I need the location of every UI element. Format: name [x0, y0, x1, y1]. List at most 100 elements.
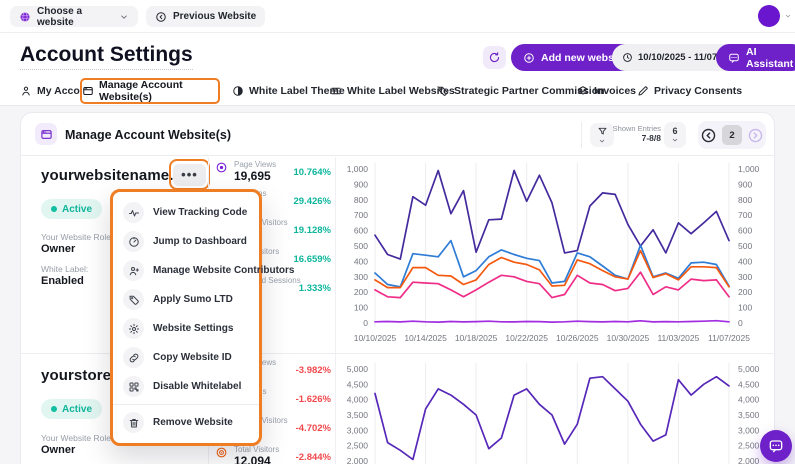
shown-entries-label: Shown Entries	[611, 124, 661, 133]
stat-page-views: Page Views19,69510.764%	[213, 159, 331, 188]
user-icon	[20, 85, 32, 97]
svg-text:5,000: 5,000	[738, 364, 760, 374]
chat-icon	[768, 438, 784, 454]
chat-fab-button[interactable]	[760, 430, 792, 462]
user-plus-icon	[123, 260, 144, 281]
svg-text:2,000: 2,000	[738, 456, 760, 464]
svg-text:10/26/2025: 10/26/2025	[556, 333, 599, 343]
target-icon	[215, 446, 228, 459]
avatar-chevron-icon[interactable]	[784, 12, 792, 20]
role-value: Owner	[41, 444, 75, 456]
tab-label: Privacy Consents	[654, 85, 742, 97]
menu-item-apply-sumo-ltd[interactable]: Apply Sumo LTD	[113, 285, 259, 314]
menu-item-label: Apply Sumo LTD	[153, 294, 233, 305]
stat-percent: 29.426%	[293, 196, 331, 207]
svg-text:3,000: 3,000	[738, 425, 760, 435]
menu-item-label: Jump to Dashboard	[153, 236, 247, 247]
tab-invoices[interactable]: Invoices	[577, 85, 636, 97]
ai-assistant-label: AI Assistant	[746, 46, 793, 70]
page-size-value: 6	[672, 126, 677, 136]
svg-text:2,500: 2,500	[738, 441, 760, 451]
svg-text:10/10/2025: 10/10/2025	[354, 333, 397, 343]
gear-icon	[123, 318, 144, 339]
plus-circle-icon	[523, 52, 535, 64]
stat-percent: 19.128%	[293, 225, 331, 236]
stat-value: 12,094	[234, 454, 271, 464]
svg-text:900: 900	[738, 179, 752, 189]
status-dot-icon	[51, 206, 57, 212]
svg-text:500: 500	[354, 241, 368, 251]
rows-icon	[330, 85, 342, 97]
next-page-button[interactable]	[747, 127, 764, 144]
svg-text:10/14/2025: 10/14/2025	[404, 333, 447, 343]
svg-text:0: 0	[738, 318, 743, 328]
menu-item-label: Website Settings	[153, 323, 233, 334]
section-icon	[35, 123, 57, 145]
qr-icon	[123, 376, 144, 397]
tab-privacy-consents[interactable]: Privacy Consents	[637, 85, 742, 97]
menu-item-manage-website-contributors[interactable]: Manage Website Contributors	[113, 256, 259, 285]
svg-text:11/07/2025: 11/07/2025	[708, 333, 750, 343]
divider	[335, 353, 336, 464]
stat-percent: -3.982%	[296, 365, 331, 376]
menu-item-copy-website-id[interactable]: Copy Website ID	[113, 343, 259, 372]
line-chart: 2,0002,0002,5002,5003,0003,0003,5003,500…	[337, 357, 765, 464]
status-label: Active	[62, 404, 92, 415]
svg-text:300: 300	[738, 272, 752, 282]
svg-text:4,500: 4,500	[347, 379, 369, 389]
tab-manage-account-websites[interactable]: Manage Account Website(s)	[80, 78, 220, 104]
status-dot-icon	[51, 406, 57, 412]
menu-item-website-settings[interactable]: Website Settings	[113, 314, 259, 343]
chat-icon	[728, 52, 740, 64]
clock-icon	[622, 52, 633, 63]
traffic-chart-2: 2,0002,0002,5002,5003,0003,0003,5003,500…	[337, 357, 765, 464]
stat-label: Total Visitors	[234, 445, 279, 454]
tab-white-label-theme[interactable]: White Label Theme	[232, 85, 345, 97]
refresh-button[interactable]	[483, 46, 506, 69]
website-actions-menu: View Tracking Code Jump to Dashboard Man…	[110, 189, 262, 446]
menu-item-remove-website[interactable]: Remove Website	[113, 408, 259, 437]
stat-label: Page Views	[234, 160, 276, 169]
svg-text:3,000: 3,000	[347, 425, 369, 435]
section-title: Manage Account Website(s)	[65, 128, 231, 142]
tab-label: Invoices	[594, 85, 636, 97]
svg-text:4,000: 4,000	[738, 395, 760, 405]
current-page[interactable]: 2	[722, 125, 742, 145]
menu-item-view-tracking-code[interactable]: View Tracking Code	[113, 198, 259, 227]
svg-text:10/30/2025: 10/30/2025	[607, 333, 650, 343]
divider	[335, 157, 336, 353]
menu-item-label: View Tracking Code	[153, 207, 247, 218]
white-label-label: White Label:	[41, 264, 88, 274]
user-avatar[interactable]	[758, 5, 780, 27]
refresh-icon	[488, 51, 501, 64]
role-value: Owner	[41, 243, 75, 255]
previous-page-button[interactable]	[700, 127, 717, 144]
svg-text:2,000: 2,000	[347, 456, 369, 464]
choose-website-dropdown[interactable]: Choose a website	[10, 6, 138, 27]
svg-text:900: 900	[354, 179, 368, 189]
menu-item-disable-whitelabel[interactable]: Disable Whitelabel	[113, 372, 259, 401]
activity-icon	[123, 202, 144, 223]
stat-percent: 10.764%	[293, 167, 331, 178]
page-title: Account Settings	[20, 43, 193, 70]
previous-website-button[interactable]: Previous Website	[146, 6, 265, 27]
svg-text:5,000: 5,000	[347, 364, 369, 374]
previous-website-label: Previous Website	[173, 11, 256, 22]
tag-icon	[437, 85, 449, 97]
svg-text:700: 700	[354, 210, 368, 220]
website-actions-button[interactable]: •••	[173, 164, 206, 186]
browser-icon	[82, 85, 94, 97]
stat-percent: 1.333%	[299, 283, 331, 294]
status-badge: Active	[41, 199, 102, 219]
page-size-selector[interactable]: 6	[664, 122, 686, 148]
trash-icon	[123, 412, 144, 433]
arrow-left-circle-icon	[155, 11, 167, 23]
menu-divider	[113, 404, 259, 405]
svg-text:11/03/2025: 11/03/2025	[657, 333, 699, 343]
contrast-icon	[232, 85, 244, 97]
svg-text:10/18/2025: 10/18/2025	[455, 333, 498, 343]
svg-text:200: 200	[738, 287, 752, 297]
ai-assistant-button[interactable]: AI Assistant	[716, 44, 795, 71]
menu-item-jump-to-dashboard[interactable]: Jump to Dashboard	[113, 227, 259, 256]
globe-icon	[19, 11, 31, 23]
